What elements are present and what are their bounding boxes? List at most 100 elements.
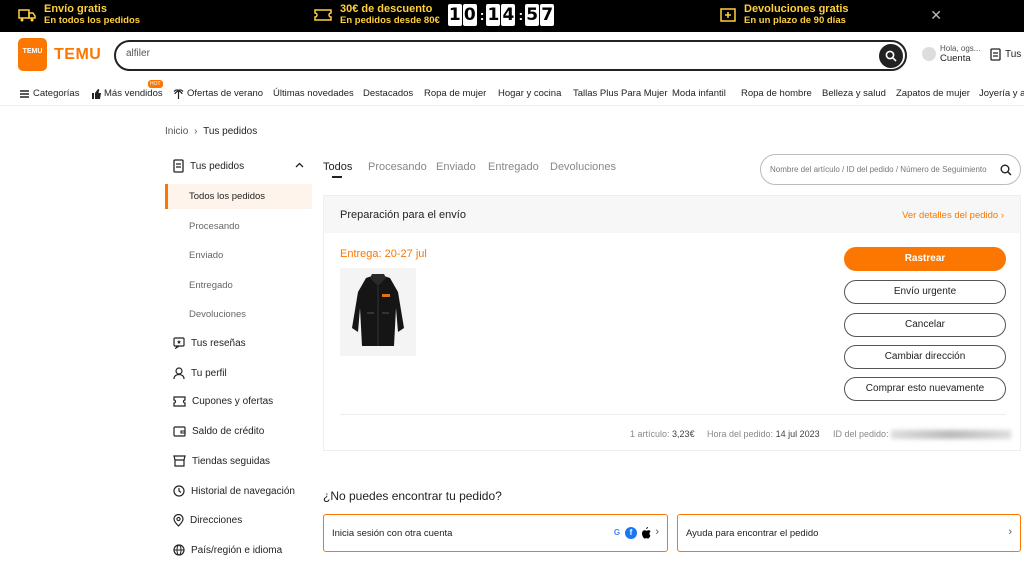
temu-logo[interactable]: TEMU	[18, 38, 47, 71]
order-details-link[interactable]: Ver detalles del pedido ›	[902, 210, 1004, 221]
sidebar-item-profile[interactable]: Tu perfil	[173, 367, 227, 380]
google-icon: G	[611, 527, 623, 539]
sidebar-subitem-returns[interactable]: Devoluciones	[189, 309, 246, 320]
sidebar-item-region-language[interactable]: País/región e idioma	[173, 544, 282, 556]
track-button[interactable]: Rastrear	[844, 247, 1006, 271]
nav-label: Categorías	[33, 88, 80, 99]
menu-icon	[20, 89, 29, 98]
chevron-up-icon[interactable]	[295, 162, 304, 168]
sidebar-item-coupons[interactable]: Cupones y ofertas	[173, 396, 273, 407]
sidebar-item-credit[interactable]: Saldo de crédito	[173, 426, 264, 437]
history-icon	[173, 485, 185, 497]
order-card: Preparación para el envío Ver detalles d…	[323, 195, 1021, 451]
sidebar-item-label: Tu perfil	[191, 368, 227, 379]
id-label: ID del pedido:	[833, 429, 889, 439]
nav-label: Más vendidos	[104, 88, 163, 99]
search-button[interactable]	[879, 44, 903, 68]
sidebar-item-label: País/región e idioma	[191, 544, 283, 556]
review-icon	[173, 337, 185, 349]
search-icon[interactable]	[1000, 164, 1012, 176]
orders-header-link[interactable]: Tus p	[990, 48, 1024, 61]
nav-item-jewelry[interactable]: Joyería y ac	[979, 88, 1024, 99]
help-find-order-button[interactable]: Ayuda para encontrar el pedido ›	[677, 514, 1021, 552]
timer-colon: :	[518, 7, 524, 23]
signin-other-account-button[interactable]: Inicia sesión con otra cuenta G f ›	[323, 514, 668, 552]
buy-again-button[interactable]: Comprar esto nuevamente	[844, 377, 1006, 401]
nav-item-summer-deals[interactable]: Ofertas de verano	[173, 88, 263, 99]
nav-item-mens-clothing[interactable]: Ropa de hombre	[741, 88, 812, 99]
order-id: ID del pedido:	[833, 429, 1012, 440]
delivery-estimate: Entrega: 20-27 jul	[340, 248, 427, 260]
nav-item-bestsellers[interactable]: Más vendidos	[91, 88, 163, 99]
apple-icon	[642, 527, 651, 539]
countdown-timer: 1 0 : 1 4 : 5 7	[447, 4, 555, 26]
location-pin-icon	[173, 514, 184, 527]
sidebar-item-label: Saldo de crédito	[192, 426, 265, 437]
tab-processing[interactable]: Procesando	[368, 161, 427, 173]
discount-promo[interactable]: 30€ de descuento En pedidos desde 80€ 1 0…	[314, 3, 555, 27]
nav-item-categories[interactable]: Categorías	[20, 88, 79, 99]
nav-item-featured[interactable]: Destacados	[363, 88, 413, 99]
sidebar-item-followed-stores[interactable]: Tiendas seguidas	[173, 455, 270, 467]
order-time: Hora del pedido: 14 jul 2023	[707, 429, 820, 439]
logo-text[interactable]: TEMU	[54, 46, 101, 64]
sidebar-subitem-delivered[interactable]: Entregado	[189, 280, 233, 291]
truck-icon	[18, 9, 36, 22]
free-shipping-promo[interactable]: Envío gratis En todos los pedidos	[18, 3, 140, 27]
tab-delivered[interactable]: Entregado	[488, 161, 539, 173]
nav-item-womens-shoes[interactable]: Zapatos de mujer	[896, 88, 970, 99]
change-address-button[interactable]: Cambiar dirección	[844, 345, 1006, 369]
sidebar-item-addresses[interactable]: Direcciones	[173, 514, 242, 527]
nav-item-womens-clothing[interactable]: Ropa de mujer	[424, 88, 486, 99]
store-icon	[173, 455, 186, 467]
sidebar-subitem-shipped[interactable]: Enviado	[189, 250, 223, 261]
sidebar-item-orders[interactable]: Tus pedidos	[173, 159, 244, 173]
palm-tree-icon	[173, 89, 184, 99]
timer-digit: 4	[501, 4, 516, 26]
order-status: Preparación para el envío	[340, 209, 466, 221]
tab-returns[interactable]: Devoluciones	[550, 161, 616, 173]
sidebar-item-history[interactable]: Historial de navegación	[173, 485, 295, 497]
sidebar-item-reviews[interactable]: Tus reseñas	[173, 337, 246, 349]
breadcrumb-home[interactable]: Inicio	[165, 126, 188, 137]
account-menu[interactable]: Hola, ogs... Cuenta	[922, 44, 980, 64]
items-value: 3,23€	[672, 429, 695, 439]
items-label: 1 artículo:	[630, 429, 670, 439]
category-nav: Categorías Más vendidos HOT Ofertas de v…	[0, 80, 1024, 106]
close-icon[interactable]: ✕	[930, 7, 942, 24]
tab-all[interactable]: Todos	[323, 161, 352, 173]
timer-digit: 0	[462, 4, 477, 26]
order-item-count: 1 artículo: 3,23€	[630, 429, 695, 439]
nav-item-new-arrivals[interactable]: Últimas novedades	[273, 88, 354, 99]
cancel-button[interactable]: Cancelar	[844, 313, 1006, 337]
coupon-icon	[173, 396, 186, 407]
timer-digit: 1	[486, 4, 501, 26]
product-image[interactable]	[340, 268, 416, 356]
jacket-image	[352, 274, 404, 346]
order-id-redacted	[891, 430, 1012, 440]
sidebar-item-label: Direcciones	[190, 515, 243, 526]
sidebar-subitem-all-orders[interactable]: Todos los pedidos	[189, 191, 265, 202]
urgent-shipping-button[interactable]: Envío urgente	[844, 280, 1006, 304]
account-greeting: Hola, ogs...	[940, 44, 981, 53]
facebook-icon: f	[625, 527, 637, 539]
free-returns-promo[interactable]: Devoluciones gratis En un plazo de 90 día…	[720, 3, 849, 27]
chevron-right-icon: ›	[1008, 526, 1012, 538]
tab-shipped[interactable]: Enviado	[436, 161, 476, 173]
nav-item-beauty-health[interactable]: Belleza y salud	[822, 88, 886, 99]
nav-item-plus-size[interactable]: Tallas Plus Para Mujer	[573, 88, 668, 99]
search-input[interactable]	[126, 48, 826, 59]
sidebar-item-label: Cupones y ofertas	[192, 396, 274, 407]
orders-header-label: Tus p	[1005, 49, 1024, 60]
discount-subtitle: En pedidos desde 80€	[340, 15, 440, 26]
order-search-field[interactable]: Nombre del artículo / ID del pedido / Nú…	[760, 154, 1021, 185]
sidebar-item-label: Tus reseñas	[191, 337, 246, 349]
returns-subtitle: En un plazo de 90 días	[744, 15, 846, 26]
divider	[340, 414, 1006, 415]
sidebar-subitem-processing[interactable]: Procesando	[189, 221, 240, 232]
nav-item-home-kitchen[interactable]: Hogar y cocina	[498, 88, 561, 99]
tab-active-indicator	[332, 176, 342, 178]
nav-item-kids-fashion[interactable]: Moda infantil	[672, 88, 726, 99]
nav-label: Ofertas de verano	[187, 88, 264, 99]
timer-digit: 7	[540, 4, 555, 26]
